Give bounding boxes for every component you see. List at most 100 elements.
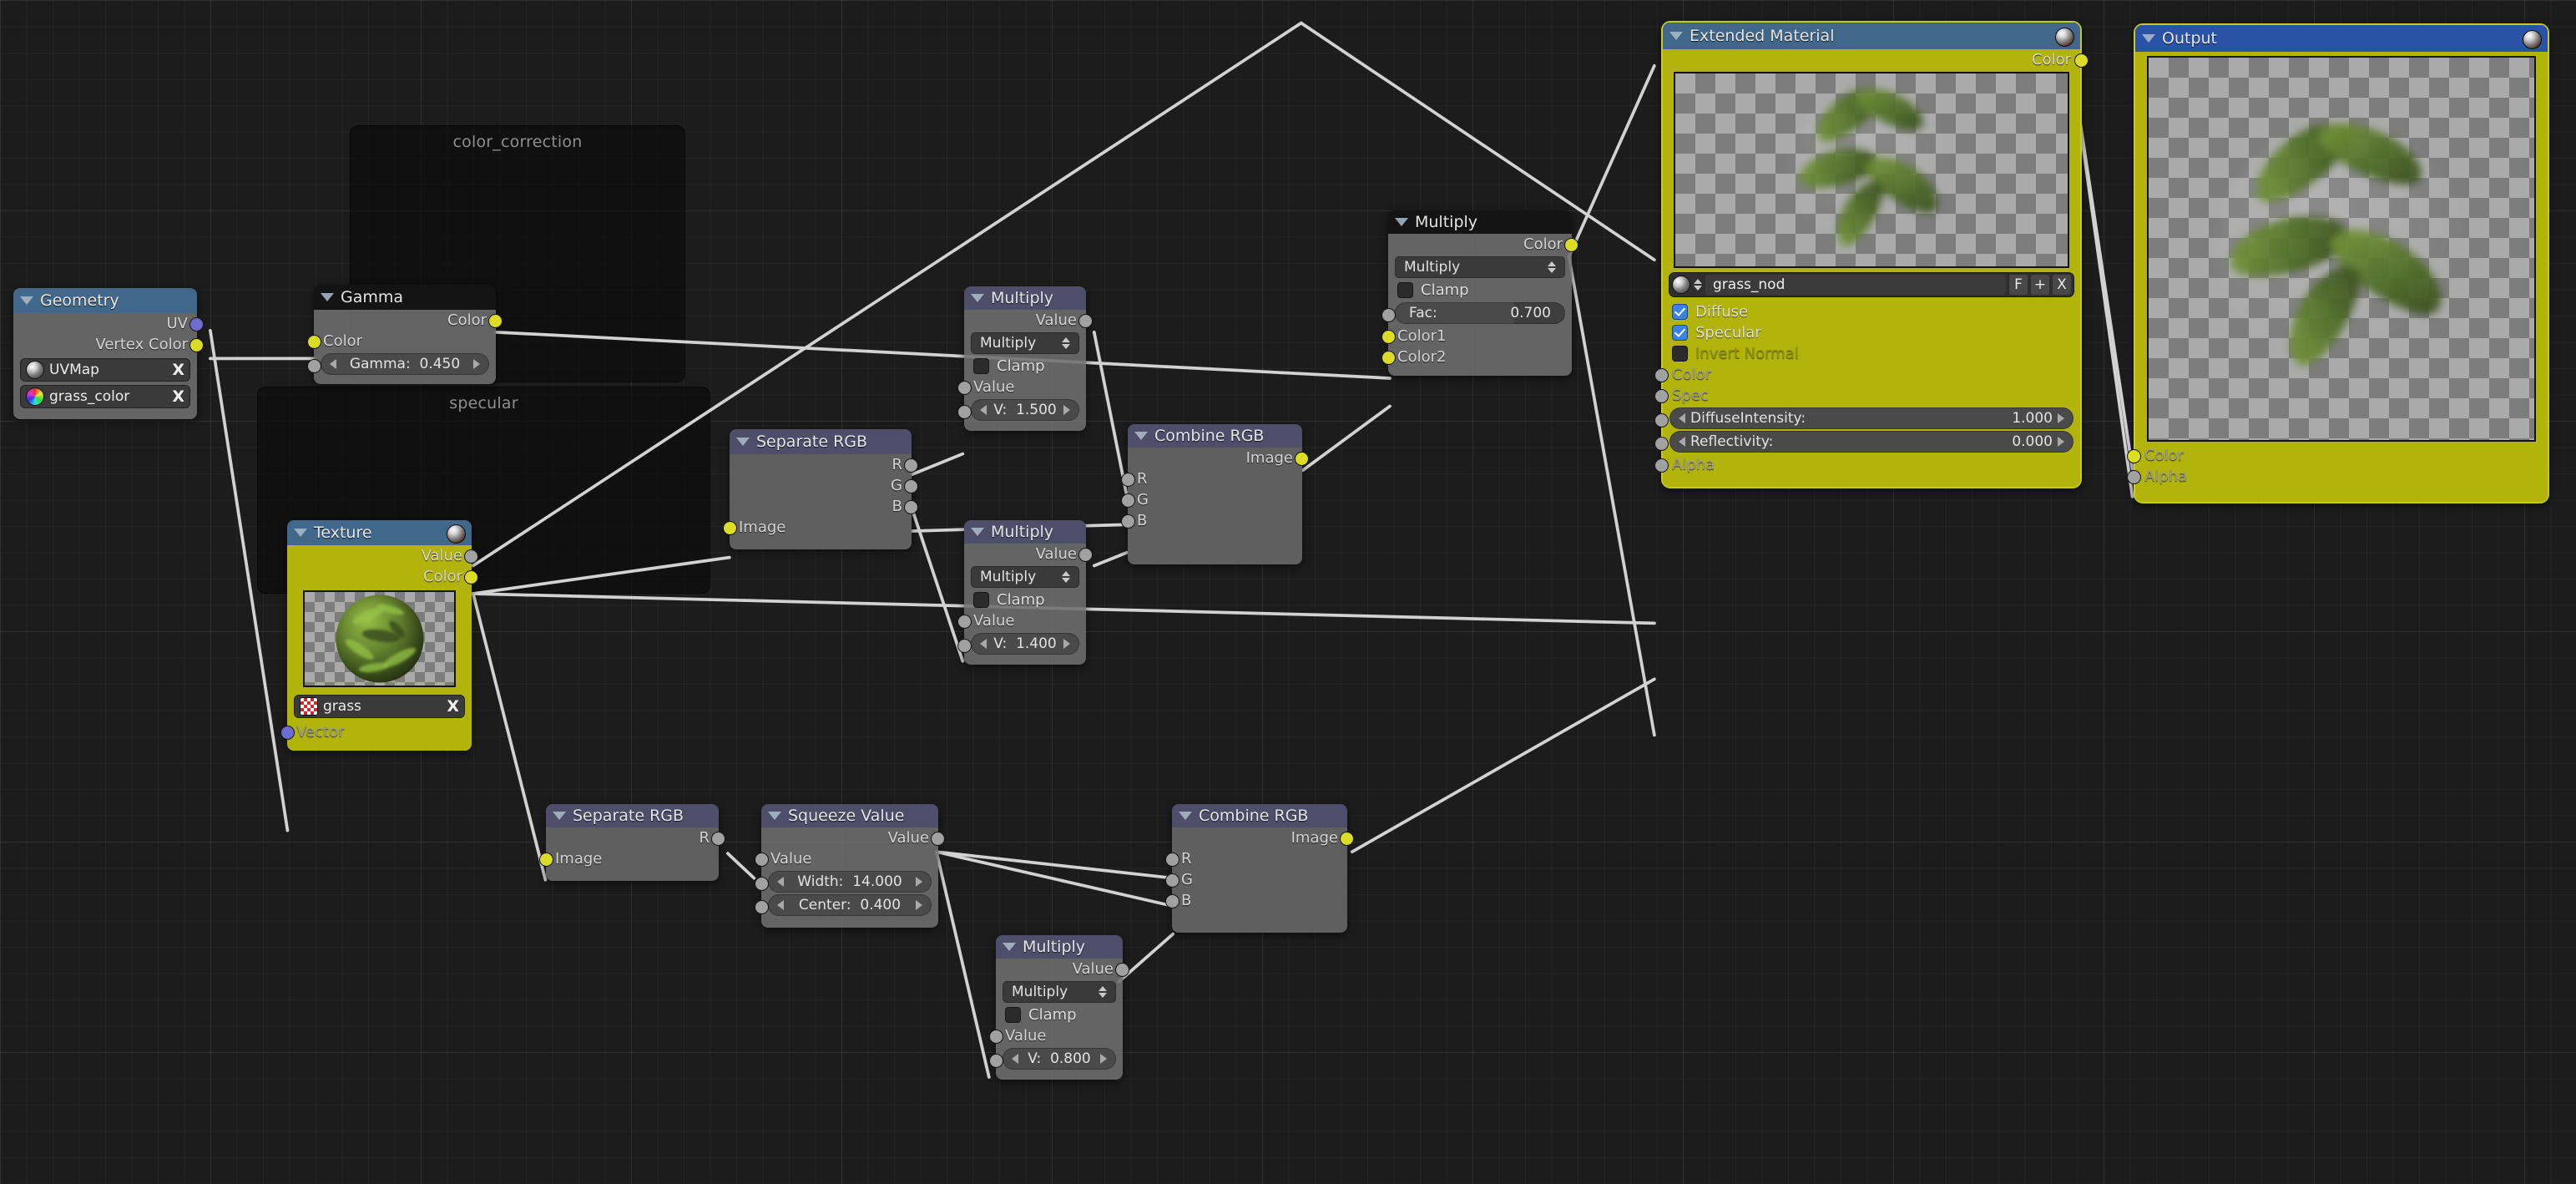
node-geometry-header[interactable]: Geometry xyxy=(13,288,197,313)
socket-value-out[interactable] xyxy=(931,832,945,846)
checkbox-icon[interactable] xyxy=(1672,346,1688,362)
chevron-updown-icon[interactable] xyxy=(1548,261,1556,273)
squeeze-out-value[interactable]: Value xyxy=(761,827,945,848)
cc-mul-top-in-value[interactable]: Value xyxy=(957,377,1086,397)
gamma-input-color[interactable]: Color xyxy=(307,331,496,352)
socket-diffuseintensity-in[interactable] xyxy=(1654,413,1669,428)
em-diffuse-intensity-slider[interactable]: DiffuseIntensity: 1.000 xyxy=(1669,407,2073,429)
collapse-triangle-icon[interactable] xyxy=(2142,34,2155,43)
cc-mul-top-value-slider[interactable]: V: 1.500 xyxy=(971,399,1079,421)
geometry-vertexcolor-field[interactable]: grass_color X xyxy=(20,385,190,408)
increment-arrow-icon[interactable] xyxy=(916,900,922,910)
node-cc-separate-rgb[interactable]: Separate RGB R G B Image xyxy=(723,429,918,549)
node-sp-separate-rgb-header[interactable]: Separate RGB xyxy=(546,804,719,827)
cc-comb-in-g[interactable]: G xyxy=(1121,489,1302,510)
collapse-triangle-icon[interactable] xyxy=(768,812,781,820)
squeeze-center-value[interactable]: 0.400 xyxy=(860,897,901,913)
node-output-header[interactable]: Output xyxy=(2135,25,2548,52)
node-cc-multiply-top[interactable]: Multiply Value Multiply Clamp Value V: 1… xyxy=(957,286,1093,431)
decrement-arrow-icon[interactable] xyxy=(1679,413,1685,423)
node-cc-multiply-top-header[interactable]: Multiply xyxy=(964,286,1086,310)
node-editor-canvas[interactable]: color_correction specular Geometry UV Ve… xyxy=(0,0,2576,1184)
socket-reflectivity-in[interactable] xyxy=(1654,437,1669,451)
cc-mul-top-out-value[interactable]: Value xyxy=(964,310,1093,331)
cc-sep-out-g[interactable]: G xyxy=(730,475,918,496)
socket-color-in[interactable] xyxy=(307,335,321,349)
mix-out-color[interactable]: Color xyxy=(1388,234,1578,255)
geometry-vertexcolor-value[interactable]: grass_color xyxy=(49,388,167,405)
socket-g-out[interactable] xyxy=(904,479,918,493)
cc-mul-bot-operation-dropdown[interactable]: Multiply xyxy=(971,566,1079,588)
socket-vertex-color-out[interactable] xyxy=(189,338,204,352)
mix-fac-value[interactable]: 0.700 xyxy=(1510,305,1556,321)
em-in-color[interactable]: Color xyxy=(1654,364,2080,385)
socket-value-in[interactable] xyxy=(989,1030,1003,1044)
em-diffuse-checkbox-row[interactable]: Diffuse xyxy=(1663,301,2080,322)
checkbox-icon[interactable] xyxy=(1005,1007,1021,1023)
socket-r-in[interactable] xyxy=(1165,853,1179,867)
socket-value-out[interactable] xyxy=(1078,548,1093,562)
texture-datablock-field[interactable]: grass X xyxy=(294,695,465,718)
output-in-color[interactable]: Color xyxy=(2127,445,2548,466)
checkbox-icon[interactable] xyxy=(1672,304,1688,320)
socket-color2-in[interactable] xyxy=(1381,351,1396,365)
em-in-spec[interactable]: Spec xyxy=(1654,385,2080,406)
socket-value-out[interactable] xyxy=(1078,314,1093,328)
socket-uv-out[interactable] xyxy=(189,317,204,331)
socket-b-in[interactable] xyxy=(1165,894,1179,908)
socket-r-in[interactable] xyxy=(1121,473,1135,487)
socket-value-out[interactable] xyxy=(464,549,478,564)
socket-r-out[interactable] xyxy=(711,832,725,846)
collapse-triangle-icon[interactable] xyxy=(1134,432,1148,440)
cc-sep-in-image[interactable]: Image xyxy=(723,517,912,538)
sp-mul-in-value[interactable]: Value xyxy=(989,1025,1123,1046)
sp-comb-in-g[interactable]: G xyxy=(1165,869,1347,890)
increment-arrow-icon[interactable] xyxy=(1100,1054,1107,1064)
checkbox-icon[interactable] xyxy=(973,592,989,608)
geometry-uvmap-value[interactable]: UVMap xyxy=(49,362,167,378)
node-cc-multiply-bottom-header[interactable]: Multiply xyxy=(964,520,1086,544)
collapse-triangle-icon[interactable] xyxy=(20,296,33,305)
texture-input-vector[interactable]: Vector xyxy=(280,721,472,742)
gamma-value-slider[interactable]: Gamma: 0.450 xyxy=(321,353,489,375)
texture-output-color[interactable]: Color xyxy=(287,566,478,587)
cc-mul-top-value[interactable]: 1.500 xyxy=(1016,402,1057,418)
node-squeeze-value-header[interactable]: Squeeze Value xyxy=(761,804,938,827)
socket-image-in[interactable] xyxy=(539,853,553,867)
em-reflectivity-value[interactable]: 0.000 xyxy=(2012,433,2058,450)
socket-color-in[interactable] xyxy=(2127,449,2141,463)
increment-arrow-icon[interactable] xyxy=(916,877,922,887)
texture-datablock-value[interactable]: grass xyxy=(323,698,442,715)
socket-spec-in[interactable] xyxy=(1654,389,1669,403)
mix-fac-slider[interactable]: Fac: 0.700 xyxy=(1395,302,1565,324)
node-output[interactable]: Output Color Alpha xyxy=(2127,23,2549,503)
node-gamma-header[interactable]: Gamma xyxy=(314,285,496,310)
socket-image-out[interactable] xyxy=(1295,452,1309,466)
fake-user-button[interactable]: F xyxy=(2009,275,2028,295)
node-extended-material-header[interactable]: Extended Material xyxy=(1663,23,2080,49)
socket-center-in[interactable] xyxy=(755,900,769,914)
geometry-output-vertex-color[interactable]: Vertex Color xyxy=(13,334,204,355)
sp-sep-out-r[interactable]: R xyxy=(546,827,725,848)
collapse-triangle-icon[interactable] xyxy=(736,438,750,446)
collapse-triangle-icon[interactable] xyxy=(971,294,984,302)
node-mix-multiply[interactable]: Multiply Color Multiply Clamp Fac: 0.700… xyxy=(1381,210,1578,376)
increment-arrow-icon[interactable] xyxy=(1063,639,1070,649)
increment-arrow-icon[interactable] xyxy=(2058,437,2064,447)
socket-gamma-in[interactable] xyxy=(307,359,321,373)
collapse-triangle-icon[interactable] xyxy=(1669,32,1683,40)
socket-width-in[interactable] xyxy=(755,877,769,891)
mix-clamp[interactable]: Clamp xyxy=(1388,280,1572,301)
decrement-arrow-icon[interactable] xyxy=(330,359,336,369)
add-icon[interactable]: + xyxy=(2031,275,2049,295)
decrement-arrow-icon[interactable] xyxy=(777,900,784,910)
em-diffuse-intensity-value[interactable]: 1.000 xyxy=(2012,410,2058,427)
collapse-triangle-icon[interactable] xyxy=(294,529,307,537)
close-icon[interactable]: X xyxy=(447,698,459,715)
socket-color-out[interactable] xyxy=(488,314,503,328)
node-texture-header[interactable]: Texture xyxy=(287,520,472,545)
socket-g-in[interactable] xyxy=(1121,493,1135,508)
increment-arrow-icon[interactable] xyxy=(2058,413,2064,423)
decrement-arrow-icon[interactable] xyxy=(777,877,784,887)
gamma-output-color[interactable]: Color xyxy=(314,310,503,331)
